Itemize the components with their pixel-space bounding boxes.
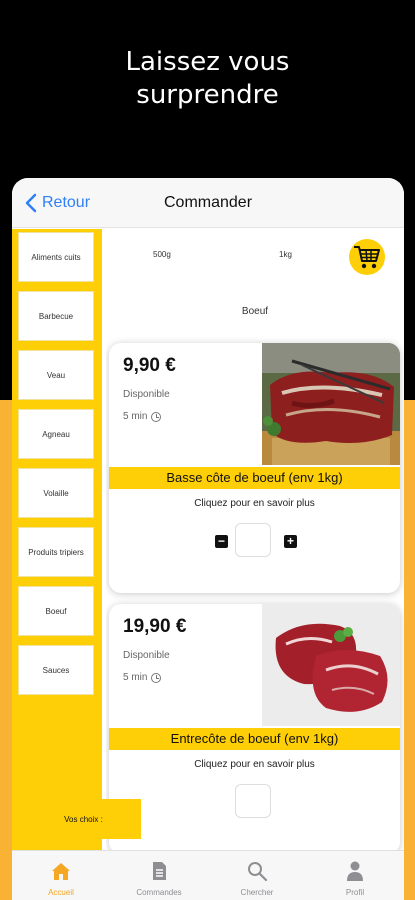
product-name: Entrecôte de boeuf (env 1kg) [109,728,400,750]
prep-time-value: 5 min [123,411,148,422]
clock-icon [151,411,162,422]
tab-profil[interactable]: Profil [306,851,404,900]
app-screen: Retour Commander Aliments cuits Barbecue… [12,178,404,900]
category-produits-tripiers[interactable]: Produits tripiers [18,527,94,577]
category-barbecue[interactable]: Barbecue [18,291,94,341]
promo-headline-line2: surprendre [136,80,279,110]
quantity-stepper [109,784,400,818]
tab-label: Commandes [136,888,182,897]
product-image [262,604,400,726]
person-icon [347,861,363,881]
product-image [262,343,400,465]
your-choices-button[interactable]: Vos choix : [26,799,141,839]
shopping-cart-icon [354,246,380,269]
availability-status: Disponible [123,650,170,661]
prep-time: 5 min [123,411,162,422]
product-price: 9,90 € [123,355,176,376]
product-card[interactable]: 9,90 € Disponible 5 min Basse côte de bo… [109,343,400,593]
category-boeuf[interactable]: Boeuf [18,586,94,636]
format-option-1kg[interactable]: 1kg [279,250,292,259]
promo-headline: Laissez vous surprendre [0,46,415,112]
quantity-field[interactable] [235,523,271,557]
prep-time-value: 5 min [123,672,148,683]
product-list: 500g 1kg Boeuf 9,90 € Disponible 5 min B… [106,229,404,851]
tab-label: Chercher [240,888,274,897]
category-aliments-cuits[interactable]: Aliments cuits [18,232,94,282]
quantity-field[interactable] [235,784,271,818]
document-icon [153,862,166,880]
home-icon [52,863,70,880]
page-title: Commander [163,194,253,211]
search-icon [248,862,268,882]
product-name: Basse côte de boeuf (env 1kg) [109,467,400,489]
more-info-link[interactable]: Cliquez pour en savoir plus [109,498,400,509]
product-card[interactable]: 19,90 € Disponible 5 min Entrecôte de bo… [109,604,400,851]
increase-quantity-button[interactable]: + [284,535,297,548]
tab-label: Profil [345,888,365,897]
promo-headline-line1: Laissez vous [125,47,290,77]
category-sidebar: Aliments cuits Barbecue Veau Agneau Vola… [12,229,102,855]
category-volaille[interactable]: Volaille [18,468,94,518]
decrease-quantity-button[interactable]: − [215,535,228,548]
prep-time: 5 min [123,672,162,683]
section-title: Boeuf [241,306,269,317]
quantity-stepper: − + [109,523,400,557]
category-sauces[interactable]: Sauces [18,645,94,695]
tab-chercher[interactable]: Chercher [208,851,306,900]
product-price: 19,90 € [123,616,187,637]
format-option-500g[interactable]: 500g [153,250,171,259]
category-agneau[interactable]: Agneau [18,409,94,459]
category-veau[interactable]: Veau [18,350,94,400]
availability-status: Disponible [123,389,170,400]
tab-bar: Accueil Commandes Chercher Profil [12,850,404,900]
more-info-link[interactable]: Cliquez pour en savoir plus [109,759,400,770]
clock-icon [151,672,162,683]
tab-commandes[interactable]: Commandes [110,851,208,900]
cart-button[interactable] [349,239,385,275]
navigation-bar: Retour Commander [12,178,404,228]
tab-label: Accueil [48,888,74,897]
tab-accueil[interactable]: Accueil [12,851,110,900]
